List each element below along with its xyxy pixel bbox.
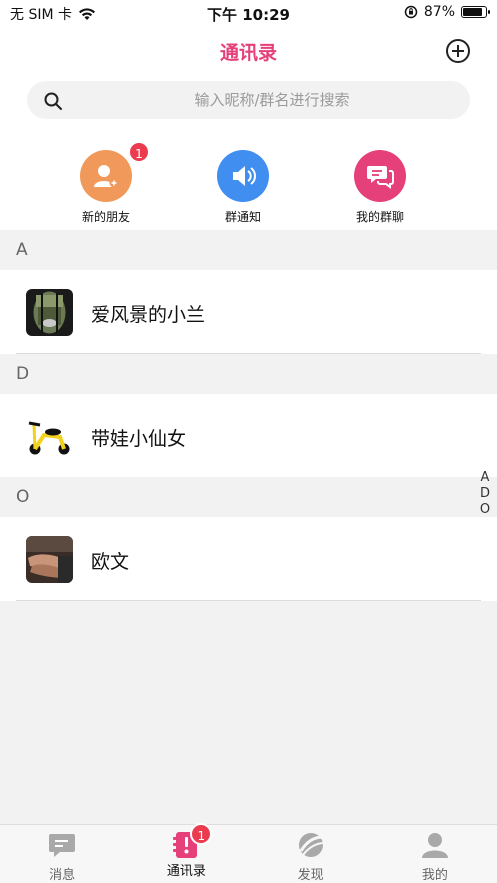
section-header-o: O <box>0 477 497 517</box>
quick-new-friends[interactable]: 1 新的朋友 <box>46 141 166 225</box>
page-title: 通讯录 <box>219 42 277 64</box>
tab-label-discover: 发现 <box>297 868 324 883</box>
contacts-icon: 1 <box>172 823 213 859</box>
tab-label-contacts: 通讯录 <box>166 864 206 879</box>
tab-messages[interactable]: 消息 <box>0 825 124 883</box>
search-input[interactable] <box>87 81 457 119</box>
speaker-glyph <box>233 166 256 186</box>
person-add-icon <box>94 165 119 188</box>
contact-name: 带娃小仙女 <box>91 428 187 450</box>
message-icon <box>49 834 76 857</box>
speaker-icon <box>217 150 269 202</box>
tab-contacts[interactable]: 1 通讯录 <box>124 823 248 883</box>
battery-icon <box>461 6 490 18</box>
battery-fill <box>463 8 483 16</box>
alphabet-index-bar[interactable]: A D O <box>477 470 493 517</box>
tab-bar: 消息 1 通讯录 发现 我的 <box>0 823 497 883</box>
quick-label-new-friends: 新的朋友 <box>81 210 130 224</box>
chat-bubbles-glyph <box>367 166 394 189</box>
contacts-tab-badge: 1 <box>190 823 213 845</box>
group-chat-icon <box>354 150 406 202</box>
discover-icon <box>298 833 324 857</box>
search-icon <box>44 92 62 110</box>
section-header-a: A <box>0 230 497 270</box>
divider <box>16 600 481 601</box>
contact-row[interactable]: 爱风景的小兰 <box>0 270 497 354</box>
balance-bike-photo-icon <box>26 413 73 460</box>
status-right: 87% <box>404 4 490 20</box>
new-friend-icon: 1 <box>80 141 150 202</box>
quick-group-notice[interactable]: 群通知 <box>183 150 303 225</box>
index-letter-d[interactable]: D <box>480 486 490 501</box>
contact-name: 欧文 <box>91 551 130 573</box>
nav-bar: 通讯录 <box>0 26 497 76</box>
landscape-photo-icon <box>26 289 73 336</box>
avatar <box>26 413 73 460</box>
tab-label-profile: 我的 <box>421 868 448 883</box>
index-letter-a[interactable]: A <box>481 470 490 485</box>
search-box[interactable] <box>27 81 470 119</box>
quick-my-groups[interactable]: 我的群聊 <box>320 150 440 225</box>
index-letter-o[interactable]: O <box>480 502 490 517</box>
tab-profile[interactable]: 我的 <box>373 825 497 883</box>
quick-label-group-notice: 群通知 <box>224 210 261 224</box>
orientation-lock-icon <box>404 5 418 19</box>
profile-icon <box>421 833 448 858</box>
quick-label-my-groups: 我的群聊 <box>355 210 404 224</box>
avatar <box>26 289 73 336</box>
new-friends-badge: 1 <box>128 141 150 163</box>
status-bar: 无 SIM 卡 下午 10:29 87% <box>0 0 497 26</box>
contact-row[interactable]: 欧文 <box>0 517 497 601</box>
contact-name: 爱风景的小兰 <box>91 304 206 326</box>
tab-discover[interactable]: 发现 <box>249 825 373 883</box>
hands-photo-icon <box>26 536 73 583</box>
avatar <box>26 536 73 583</box>
contact-row[interactable]: 带娃小仙女 <box>0 394 497 478</box>
battery-percent: 87% <box>423 4 455 20</box>
quick-actions: 1 新的朋友 群通知 我的群聊 <box>0 134 497 230</box>
plus-circle-icon[interactable] <box>445 38 471 64</box>
section-header-d: D <box>0 354 497 394</box>
tab-label-messages: 消息 <box>49 868 76 883</box>
search-area <box>0 76 497 134</box>
